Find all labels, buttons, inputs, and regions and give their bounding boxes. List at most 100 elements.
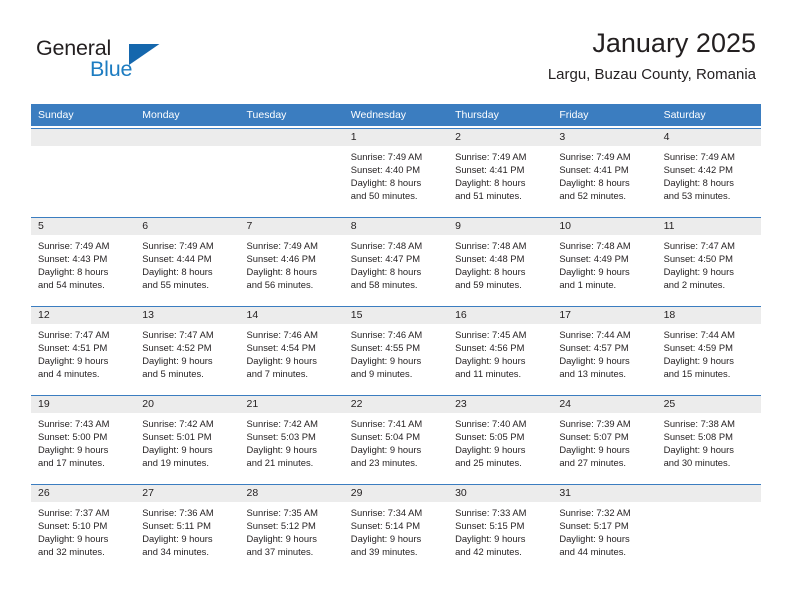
day-daylight2-text: and 56 minutes. bbox=[246, 279, 314, 291]
day-sunrise-text: Sunrise: 7:36 AM bbox=[142, 507, 214, 518]
day-daylight2-text: and 1 minute. bbox=[559, 279, 617, 291]
calendar-day-cell[interactable]: 18 Sunrise: 7:44 AM Sunset: 4:59 PM Dayligh… bbox=[656, 307, 761, 387]
day-number: 22 bbox=[343, 396, 449, 413]
calendar-day-cell[interactable]: 1 Sunrise: 7:49 AM Sunset: 4:40 PM Daylight… bbox=[343, 129, 449, 209]
day-daylight1-text: Daylight: 8 hours bbox=[455, 266, 526, 278]
calendar-week-row: 12 Sunrise: 7:47 AM Sunset: 4:51 PM Dayligh… bbox=[31, 306, 761, 387]
day-sunrise-text: Sunrise: 7:45 AM bbox=[455, 329, 527, 340]
day-number: 1 bbox=[343, 129, 449, 146]
day-sunset-text: Sunset: 4:41 PM bbox=[559, 164, 629, 176]
day-number: 28 bbox=[239, 485, 344, 502]
day-sunset-text: Sunset: 5:12 PM bbox=[246, 520, 316, 532]
day-details: Sunrise: 7:46 AM Sunset: 4:54 PM Daylight:… bbox=[240, 324, 344, 380]
day-daylight2-text: and 11 minutes. bbox=[455, 368, 522, 380]
calendar-day-cell[interactable]: 24 Sunrise: 7:39 AM Sunset: 5:07 PM Dayligh… bbox=[552, 396, 657, 476]
calendar-day-cell[interactable]: 8 Sunrise: 7:48 AM Sunset: 4:47 PM Daylight… bbox=[343, 218, 449, 298]
day-details: Sunrise: 7:42 AM Sunset: 5:03 PM Daylight:… bbox=[240, 413, 344, 469]
day-sunset-text: Sunset: 4:44 PM bbox=[142, 253, 212, 265]
calendar-day-cell[interactable]: 19 Sunrise: 7:43 AM Sunset: 5:00 PM Dayligh… bbox=[31, 396, 136, 476]
calendar-day-cell[interactable]: 31 Sunrise: 7:32 AM Sunset: 5:17 PM Dayligh… bbox=[552, 485, 657, 565]
calendar-day-cell[interactable]: 22 Sunrise: 7:41 AM Sunset: 5:04 PM Dayligh… bbox=[343, 396, 449, 476]
calendar-day-cell[interactable]: 17 Sunrise: 7:44 AM Sunset: 4:57 PM Dayligh… bbox=[552, 307, 657, 387]
title-block: January 2025 Largu, Buzau County, Romani… bbox=[548, 26, 756, 86]
day-daylight2-text: and 53 minutes. bbox=[663, 190, 731, 202]
day-sunrise-text: Sunrise: 7:35 AM bbox=[246, 507, 318, 518]
day-sunrise-text: Sunrise: 7:37 AM bbox=[38, 507, 110, 518]
day-daylight1-text: Daylight: 9 hours bbox=[559, 533, 630, 545]
day-number: 26 bbox=[31, 485, 136, 502]
day-daylight2-text: and 9 minutes. bbox=[350, 368, 413, 380]
calendar-day-cell[interactable]: 14 Sunrise: 7:46 AM Sunset: 4:54 PM Dayligh… bbox=[239, 307, 344, 387]
calendar-day-cell[interactable]: 25 Sunrise: 7:38 AM Sunset: 5:08 PM Dayligh… bbox=[656, 396, 761, 476]
day-daylight1-text: Daylight: 9 hours bbox=[559, 444, 630, 456]
day-daylight1-text: Daylight: 9 hours bbox=[246, 533, 317, 545]
day-sunset-text: Sunset: 5:07 PM bbox=[559, 431, 629, 443]
day-sunrise-text: Sunrise: 7:38 AM bbox=[663, 418, 735, 429]
day-details: Sunrise: 7:48 AM Sunset: 4:47 PM Daylight:… bbox=[344, 235, 448, 291]
calendar-day-cell[interactable]: 10 Sunrise: 7:48 AM Sunset: 4:49 PM Dayligh… bbox=[552, 218, 657, 298]
day-sunrise-text: Sunrise: 7:46 AM bbox=[246, 329, 318, 340]
calendar-day-cell[interactable]: 16 Sunrise: 7:45 AM Sunset: 4:56 PM Dayligh… bbox=[448, 307, 553, 387]
day-sunset-text: Sunset: 4:40 PM bbox=[350, 164, 421, 176]
day-daylight2-text: and 15 minutes. bbox=[663, 368, 731, 380]
day-details: Sunrise: 7:48 AM Sunset: 4:48 PM Daylight:… bbox=[448, 235, 552, 291]
calendar-day-cell[interactable]: 2 Sunrise: 7:49 AM Sunset: 4:41 PM Daylight… bbox=[448, 129, 553, 209]
calendar-day-cell[interactable]: 26 Sunrise: 7:37 AM Sunset: 5:10 PM Dayligh… bbox=[31, 485, 136, 565]
day-sunrise-text: Sunrise: 7:49 AM bbox=[38, 240, 110, 251]
day-details: Sunrise: 7:47 AM Sunset: 4:51 PM Daylight:… bbox=[31, 324, 135, 380]
day-daylight1-text: Daylight: 9 hours bbox=[142, 355, 213, 367]
day-sunrise-text: Sunrise: 7:47 AM bbox=[142, 329, 214, 340]
logo-triangle-icon bbox=[129, 44, 160, 65]
day-daylight1-text: Daylight: 9 hours bbox=[350, 533, 422, 545]
calendar-day-cell[interactable]: 13 Sunrise: 7:47 AM Sunset: 4:52 PM Dayligh… bbox=[135, 307, 240, 387]
day-daylight1-text: Daylight: 8 hours bbox=[38, 266, 109, 278]
calendar-day-cell[interactable]: 15 Sunrise: 7:46 AM Sunset: 4:55 PM Dayligh… bbox=[343, 307, 449, 387]
day-daylight1-text: Daylight: 9 hours bbox=[559, 355, 630, 367]
day-details: Sunrise: 7:44 AM Sunset: 4:57 PM Daylight:… bbox=[552, 324, 656, 380]
day-sunset-text: Sunset: 5:15 PM bbox=[455, 520, 525, 532]
day-sunrise-text: Sunrise: 7:39 AM bbox=[559, 418, 631, 429]
calendar-day-cell[interactable]: 9 Sunrise: 7:48 AM Sunset: 4:48 PM Daylight… bbox=[448, 218, 553, 298]
day-sunset-text: Sunset: 5:14 PM bbox=[350, 520, 421, 532]
day-daylight2-text: and 51 minutes. bbox=[455, 190, 522, 202]
day-details: Sunrise: 7:41 AM Sunset: 5:04 PM Daylight:… bbox=[344, 413, 448, 469]
weekday-header-friday: Friday bbox=[559, 109, 589, 121]
day-number: 13 bbox=[135, 307, 240, 324]
day-details: Sunrise: 7:49 AM Sunset: 4:41 PM Daylight:… bbox=[552, 146, 656, 202]
calendar-day-cell[interactable]: 23 Sunrise: 7:40 AM Sunset: 5:05 PM Dayligh… bbox=[448, 396, 553, 476]
calendar-day-cell[interactable]: 27 Sunrise: 7:36 AM Sunset: 5:11 PM Dayligh… bbox=[135, 485, 240, 565]
day-daylight2-text: and 21 minutes. bbox=[246, 457, 314, 469]
calendar-day-cell[interactable]: 20 Sunrise: 7:42 AM Sunset: 5:01 PM Dayligh… bbox=[135, 396, 240, 476]
calendar-day-cell[interactable]: 30 Sunrise: 7:33 AM Sunset: 5:15 PM Dayligh… bbox=[448, 485, 553, 565]
calendar-day-cell[interactable]: 5 Sunrise: 7:49 AM Sunset: 4:43 PM Daylight… bbox=[31, 218, 136, 298]
day-sunrise-text: Sunrise: 7:32 AM bbox=[559, 507, 631, 518]
calendar-day-cell-empty bbox=[656, 485, 761, 565]
day-daylight2-text: and 34 minutes. bbox=[142, 546, 209, 558]
calendar-day-cell[interactable]: 4 Sunrise: 7:49 AM Sunset: 4:42 PM Daylight… bbox=[656, 129, 761, 209]
day-details: Sunrise: 7:48 AM Sunset: 4:49 PM Daylight:… bbox=[552, 235, 656, 291]
weekday-header-saturday: Saturday bbox=[663, 109, 706, 121]
calendar-day-cell[interactable]: 7 Sunrise: 7:49 AM Sunset: 4:46 PM Daylight… bbox=[239, 218, 344, 298]
calendar-day-cell[interactable]: 3 Sunrise: 7:49 AM Sunset: 4:41 PM Daylight… bbox=[552, 129, 657, 209]
day-daylight1-text: Daylight: 8 hours bbox=[663, 177, 734, 189]
day-sunset-text: Sunset: 4:49 PM bbox=[559, 253, 629, 265]
calendar-day-cell[interactable]: 6 Sunrise: 7:49 AM Sunset: 4:44 PM Daylight… bbox=[135, 218, 240, 298]
day-number: 10 bbox=[552, 218, 657, 235]
day-sunrise-text: Sunrise: 7:40 AM bbox=[455, 418, 527, 429]
day-daylight1-text: Daylight: 9 hours bbox=[455, 533, 526, 545]
day-daylight2-text: and 58 minutes. bbox=[350, 279, 418, 291]
calendar-day-cell[interactable]: 11 Sunrise: 7:47 AM Sunset: 4:50 PM Dayligh… bbox=[656, 218, 761, 298]
day-daylight2-text: and 55 minutes. bbox=[142, 279, 209, 291]
day-number: 11 bbox=[656, 218, 761, 235]
day-sunrise-text: Sunrise: 7:42 AM bbox=[142, 418, 214, 429]
calendar-day-cell[interactable]: 29 Sunrise: 7:34 AM Sunset: 5:14 PM Dayligh… bbox=[343, 485, 449, 565]
general-blue-logo: General Blue bbox=[36, 36, 186, 84]
weekday-header-tuesday: Tuesday bbox=[246, 109, 287, 121]
calendar-day-cell[interactable]: 12 Sunrise: 7:47 AM Sunset: 4:51 PM Dayligh… bbox=[31, 307, 136, 387]
day-number: 16 bbox=[448, 307, 553, 324]
calendar-day-cell[interactable]: 21 Sunrise: 7:42 AM Sunset: 5:03 PM Dayligh… bbox=[239, 396, 344, 476]
calendar-day-cell[interactable]: 28 Sunrise: 7:35 AM Sunset: 5:12 PM Dayligh… bbox=[239, 485, 344, 565]
weekday-header-sunday: Sunday bbox=[38, 109, 74, 121]
day-sunset-text: Sunset: 5:04 PM bbox=[350, 431, 421, 443]
day-sunset-text: Sunset: 4:46 PM bbox=[246, 253, 316, 265]
